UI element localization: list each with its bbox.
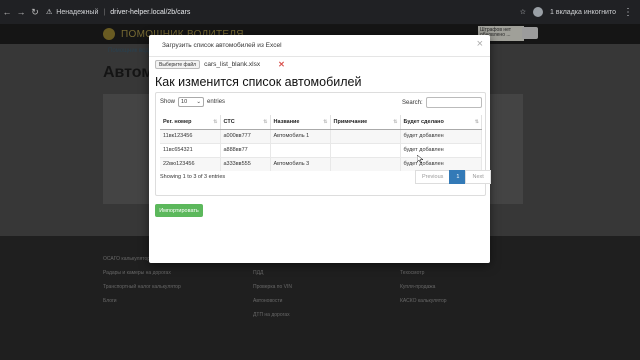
cell-status: будет добавлен: [400, 142, 482, 157]
chevron-down-icon: ⌄: [196, 99, 202, 105]
next-page-button[interactable]: Next: [465, 170, 491, 184]
choose-file-button[interactable]: Выберите файл: [155, 60, 201, 69]
incognito-icon: [533, 7, 544, 17]
sort-icon: ⇅: [213, 119, 218, 125]
forward-icon[interactable]: →: [14, 7, 28, 17]
import-modal: Загрузить список автомобилей из Excel × …: [149, 35, 491, 263]
cell-note: [330, 128, 401, 143]
search-input[interactable]: [425, 97, 482, 108]
search-label: Search:: [402, 99, 423, 106]
address-bar[interactable]: ⚠ Ненадежный | driver-helper.local/2b/ca…: [46, 8, 191, 17]
page-length-control: Show 10 ⌄ entries: [160, 97, 225, 107]
cell-reg: 22вю123456: [160, 156, 221, 171]
address-separator: |: [103, 8, 106, 16]
url-text: driver-helper.local/2b/cars: [110, 8, 191, 16]
remove-file-icon[interactable]: ✕: [278, 60, 285, 69]
preview-title: Как изменится список автомобилей: [155, 75, 362, 89]
previous-page-button[interactable]: Previous: [415, 170, 451, 184]
incognito-label: 1 вкладка инкогнито: [550, 8, 616, 16]
pagination: Previous 1 Next: [415, 170, 491, 184]
table-row: 11вс654321 а888вв77 будет добавлен: [160, 142, 482, 157]
column-header-reg[interactable]: Рег. номер ⇅: [160, 115, 221, 130]
page-length-select[interactable]: 10 ⌄: [178, 97, 205, 107]
page-button[interactable]: 1: [449, 170, 467, 184]
cell-status: будет добавлен: [400, 128, 482, 143]
column-header-name[interactable]: Название ⇅: [270, 115, 331, 130]
column-header-note[interactable]: Примечание ⇅: [330, 115, 401, 130]
column-header-action[interactable]: Будет сделано ⇅: [400, 115, 482, 130]
length-show-label: Show: [160, 99, 176, 105]
warning-icon: ⚠: [46, 9, 53, 16]
cell-note: [330, 142, 401, 157]
cell-note: [330, 156, 401, 171]
cell-reg: 11вк123456: [160, 128, 221, 143]
cell-reg: 11вс654321: [160, 142, 221, 157]
preview-table: Рег. номер ⇅ СТС ⇅ Название ⇅ Примечание ⇅ Б…: [160, 115, 482, 171]
reload-icon[interactable]: ↻: [28, 7, 42, 18]
file-upload-row: Выберите файл cars_list_blank.xlsx ✕: [155, 60, 285, 69]
modal-header: Загрузить список автомобилей из Excel: [149, 35, 490, 57]
column-header-sts[interactable]: СТС ⇅: [220, 115, 271, 130]
table-row: 22вю123456 а333вв555 Автомобиль 3 будет …: [160, 156, 482, 171]
modal-header-title: Загрузить список автомобилей из Excel: [162, 42, 282, 49]
sort-icon: ⇅: [263, 119, 268, 125]
cell-name: Автомобиль 3: [270, 156, 331, 171]
table-header-row: Рег. номер ⇅ СТС ⇅ Название ⇅ Примечание ⇅ Б…: [160, 115, 482, 130]
cell-sts: а000вв777: [220, 128, 271, 143]
preview-table-panel: Show 10 ⌄ entries Search: Рег. номер ⇅ СТ…: [155, 92, 491, 196]
close-icon[interactable]: ×: [477, 39, 483, 50]
page-length-value: 10: [181, 99, 188, 105]
cell-sts: а888вв77: [220, 142, 271, 157]
cell-name: [270, 142, 331, 157]
back-icon[interactable]: ←: [0, 7, 14, 17]
star-icon[interactable]: ☆: [520, 8, 526, 16]
table-row: 11вк123456 а000вв777 Автомобиль 1 будет …: [160, 128, 482, 143]
cell-name: Автомобиль 1: [270, 128, 331, 143]
search-control: Search:: [402, 97, 482, 108]
file-name: cars_list_blank.xlsx: [204, 61, 261, 68]
security-label: Ненадежный: [56, 8, 99, 16]
import-button[interactable]: Импортировать: [155, 204, 203, 217]
sort-icon: ⇅: [323, 119, 328, 125]
sort-icon: ⇅: [474, 119, 479, 125]
mouse-cursor-icon: [417, 155, 423, 163]
sort-icon: ⇅: [393, 119, 398, 125]
menu-icon[interactable]: ⋮: [623, 7, 633, 18]
cell-status: будет добавлен: [400, 156, 482, 171]
cell-sts: а333вв555: [220, 156, 271, 171]
table-info: Showing 1 to 3 of 3 entries: [160, 174, 226, 180]
length-entries-label: entries: [207, 99, 226, 105]
browser-toolbar: ← → ↻ ⚠ Ненадежный | driver-helper.local…: [0, 0, 640, 24]
